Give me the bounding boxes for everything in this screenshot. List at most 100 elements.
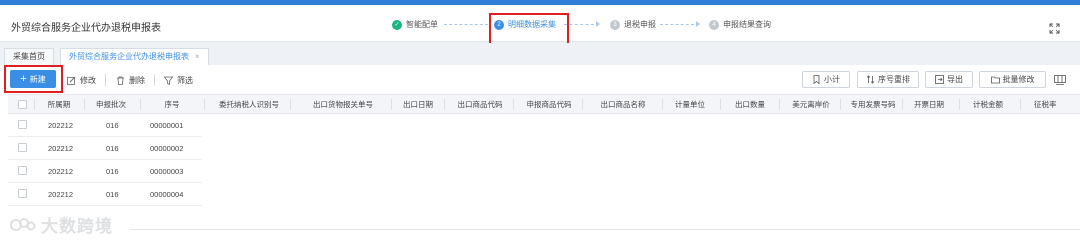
toolbar-divider [154, 74, 155, 86]
cell-seq: 00000002 [150, 144, 184, 153]
cell-batch: 016 [106, 167, 119, 176]
column-divider [444, 99, 445, 110]
cell-batch: 016 [106, 190, 119, 199]
column-divider [662, 99, 663, 110]
delete-button[interactable]: 删除 [116, 73, 145, 87]
fullscreen-icon[interactable] [1049, 23, 1060, 34]
step-connector [444, 24, 488, 25]
cell-seq: 00000003 [150, 167, 184, 176]
edit-icon [67, 76, 76, 85]
column-header[interactable]: 出口商品名称 [586, 95, 660, 114]
column-divider [513, 99, 514, 110]
step-number-icon: 3 [610, 19, 620, 30]
grid-header: 所属期 申报批次 序号 委托纳税人识别号 出口货物报关单号 出口日期 出口商品代… [8, 94, 1080, 114]
step-label: 申报结果查询 [723, 20, 771, 29]
column-divider [140, 99, 141, 110]
column-header[interactable]: 开票日期 [906, 95, 952, 114]
toolbar-divider [105, 74, 106, 86]
column-header[interactable]: 所属期 [38, 95, 80, 114]
step-label: 退税申报 [624, 20, 656, 29]
filter-button[interactable]: 筛选 [164, 73, 193, 87]
column-divider [84, 99, 85, 110]
step-result-query[interactable]: 4 申报结果查询 [709, 19, 771, 30]
watermark-logo-icon [10, 217, 36, 231]
export-label: 导出 [947, 75, 963, 84]
column-header[interactable]: 出口货物报关单号 [294, 95, 392, 114]
step-label: 智能配单 [406, 20, 438, 29]
edit-label: 修改 [80, 75, 96, 85]
cell-period: 202212 [48, 167, 74, 176]
step-smart-match[interactable]: ✓ 智能配单 [392, 19, 438, 30]
new-button-label: 新建 [29, 74, 46, 84]
tab-collection-home[interactable]: 采集首页 [4, 48, 54, 65]
filter-label: 筛选 [177, 75, 193, 85]
step-connector [660, 24, 694, 25]
row-checkbox[interactable] [18, 120, 27, 129]
column-header[interactable]: 专用发票号码 [844, 95, 902, 114]
cell-seq: 00000001 [150, 121, 184, 130]
reorder-label: 序号重排 [878, 75, 910, 84]
arrow-right-icon [596, 21, 600, 27]
column-header[interactable]: 申报商品代码 [517, 95, 581, 114]
subtotal-label: 小计 [824, 75, 840, 84]
step-tax-refund[interactable]: 3 退税申报 [610, 19, 656, 30]
column-divider [1020, 99, 1021, 110]
column-divider [290, 99, 291, 110]
column-header[interactable]: 申报批次 [88, 95, 134, 114]
column-settings-icon[interactable] [1054, 75, 1066, 85]
cell-batch: 016 [106, 144, 119, 153]
row-checkbox[interactable] [18, 166, 27, 175]
reorder-button[interactable]: 序号重排 [857, 71, 919, 88]
column-header[interactable]: 计税金额 [963, 95, 1013, 114]
cell-period: 202212 [48, 190, 74, 199]
arrow-right-icon [696, 21, 700, 27]
column-header[interactable]: 出口数量 [724, 95, 776, 114]
filter-icon [164, 76, 173, 85]
column-divider [720, 99, 721, 110]
delete-label: 删除 [129, 75, 145, 85]
column-header[interactable]: 美元离岸价 [783, 95, 839, 114]
export-icon [935, 75, 944, 84]
watermark: 大数跨境 [9, 212, 113, 237]
table-row[interactable]: 202212 016 00000002 [8, 137, 202, 160]
new-button[interactable]: + 新建 [10, 70, 56, 88]
column-divider [204, 99, 205, 110]
select-all-checkbox[interactable] [18, 100, 27, 109]
cell-batch: 016 [106, 121, 119, 130]
column-header[interactable]: 序号 [144, 95, 200, 114]
batch-edit-button[interactable]: 批量修改 [979, 71, 1046, 88]
column-header[interactable]: 出口日期 [395, 95, 441, 114]
table-row[interactable]: 202212 016 00000004 [8, 183, 202, 206]
column-header[interactable]: 征税率 [1024, 95, 1080, 114]
trash-icon [117, 76, 124, 85]
column-divider [582, 99, 583, 110]
sort-icon [866, 75, 875, 84]
column-header[interactable]: 委托纳税人识别号 [208, 95, 290, 114]
table-row[interactable]: 202212 016 00000001 [8, 114, 202, 137]
column-header[interactable]: 计量单位 [666, 95, 714, 114]
scroll-track-line [130, 229, 1080, 230]
table-row[interactable]: 202212 016 00000003 [8, 160, 202, 183]
cell-period: 202212 [48, 144, 74, 153]
watermark-text: 大数跨境 [41, 217, 113, 236]
cell-period: 202212 [48, 121, 74, 130]
bookmark-icon [813, 75, 820, 84]
edit-button[interactable]: 修改 [67, 73, 96, 87]
tab-bar: 采集首页 外贸综合服务企业代办退税申报表 × [0, 43, 1080, 65]
column-divider [840, 99, 841, 110]
row-checkbox[interactable] [18, 143, 27, 152]
check-icon: ✓ [392, 19, 402, 30]
app-header: 外贸综合服务企业代办退税申报表 ✓ 智能配单 2 明细数据采集 3 退税申报 4… [0, 5, 1080, 48]
cell-seq: 00000004 [150, 190, 184, 199]
subtotal-button[interactable]: 小计 [802, 71, 850, 88]
step-number-icon: 4 [709, 19, 719, 30]
tab-refund-report[interactable]: 外贸综合服务企业代办退税申报表 × [60, 48, 209, 65]
export-button[interactable]: 导出 [925, 71, 973, 88]
row-checkbox[interactable] [18, 189, 27, 198]
column-divider [34, 99, 35, 110]
close-icon[interactable]: × [195, 52, 200, 61]
tab-label: 外贸综合服务企业代办退税申报表 [69, 52, 189, 61]
column-divider [779, 99, 780, 110]
column-header[interactable]: 出口商品代码 [448, 95, 512, 114]
folder-icon [990, 76, 1000, 84]
